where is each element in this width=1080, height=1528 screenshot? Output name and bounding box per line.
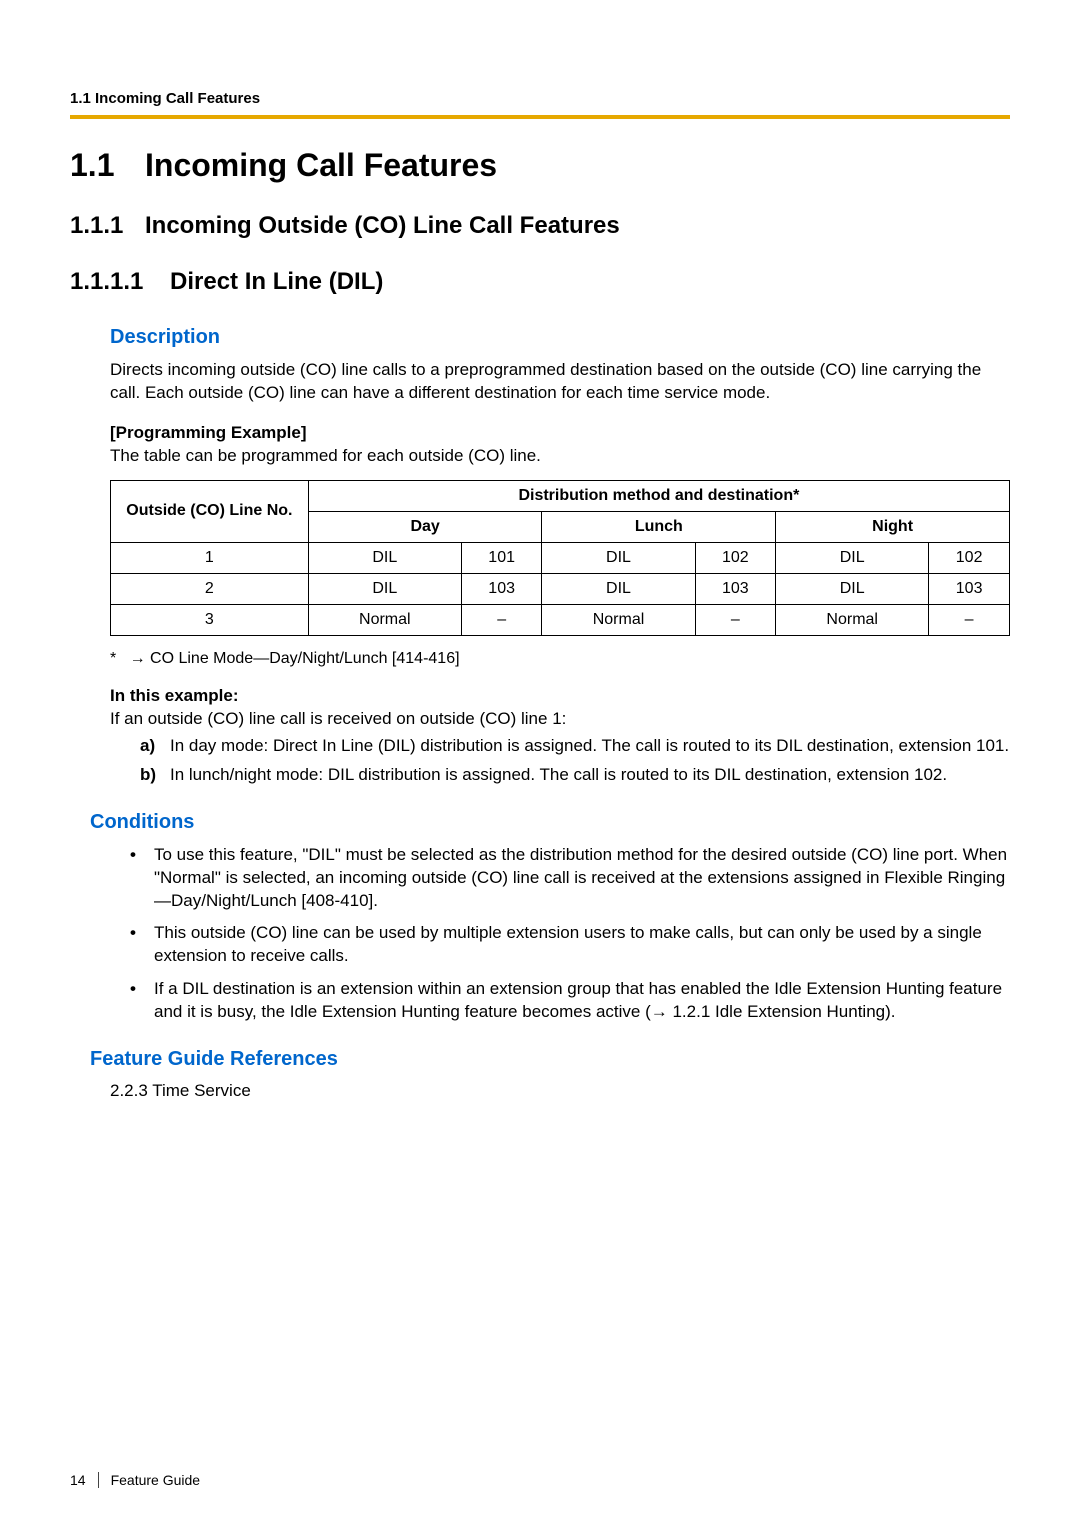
list-item: b) In lunch/night mode: DIL distribution… [140,764,1010,787]
th-night: Night [776,511,1010,542]
cell-night-dest: 103 [929,573,1010,604]
cell-lunch-method: DIL [542,573,695,604]
subsubsection-title-text: Direct In Line (DIL) [170,268,383,296]
list-text-a: In day mode: Direct In Line (DIL) distri… [170,735,1009,758]
list-item: • If a DIL destination is an extension w… [130,978,1010,1024]
page: 1.1 Incoming Call Features 1.1 Incoming … [0,0,1080,1528]
th-outside-line: Outside (CO) Line No. [111,480,309,542]
distribution-table: Outside (CO) Line No. Distribution metho… [110,480,1010,636]
condition-text-2: This outside (CO) line can be used by mu… [154,922,1010,968]
bullet-icon: • [130,844,154,913]
cell-day-method: DIL [308,573,461,604]
cell-night-dest: – [929,604,1010,635]
th-distribution: Distribution method and destination* [308,480,1009,511]
condition-text-1: To use this feature, "DIL" must be selec… [154,844,1010,913]
cell-lunch-dest: – [695,604,776,635]
cell-day-dest: 103 [461,573,542,604]
page-number: 14 [70,1472,99,1488]
footnote-star: * [110,650,116,667]
cell-night-method: Normal [776,604,929,635]
th-lunch: Lunch [542,511,776,542]
subsubsection-heading: 1.1.1.1 Direct In Line (DIL) [70,268,1010,296]
list-item: • To use this feature, "DIL" must be sel… [130,844,1010,913]
cell-day-dest: – [461,604,542,635]
list-item: • This outside (CO) line can be used by … [130,922,1010,968]
cell-line-no: 3 [111,604,309,635]
conditions-list: • To use this feature, "DIL" must be sel… [130,844,1010,1025]
references-heading: Feature Guide References [90,1048,1010,1071]
arrow-icon: → [651,1002,668,1021]
cell-line-no: 2 [111,573,309,604]
th-day: Day [308,511,542,542]
cell-day-method: Normal [308,604,461,635]
programming-example-label: [Programming Example] [110,423,1010,443]
list-marker-b: b) [140,764,170,787]
section-title-text: Incoming Call Features [145,147,497,184]
description-paragraph: Directs incoming outside (CO) line calls… [110,359,1010,405]
reference-item: 2.2.3 Time Service [110,1081,1010,1101]
description-heading: Description [110,326,1010,349]
table-row: 3 Normal – Normal – Normal – [111,604,1010,635]
cell-day-dest: 101 [461,542,542,573]
cell-night-method: DIL [776,573,929,604]
example-intro: If an outside (CO) line call is received… [110,708,1010,731]
example-list: a) In day mode: Direct In Line (DIL) dis… [140,735,1010,787]
conditions-heading: Conditions [90,811,1010,834]
table-row: 1 DIL 101 DIL 102 DIL 102 [111,542,1010,573]
list-text-b: In lunch/night mode: DIL distribution is… [170,764,947,787]
footer-label: Feature Guide [111,1472,201,1488]
cell-lunch-dest: 103 [695,573,776,604]
list-item: a) In day mode: Direct In Line (DIL) dis… [140,735,1010,758]
bullet-icon: • [130,922,154,968]
cell-night-dest: 102 [929,542,1010,573]
cell-day-method: DIL [308,542,461,573]
subsection-heading: 1.1.1 Incoming Outside (CO) Line Call Fe… [70,212,1010,240]
cell-lunch-method: Normal [542,604,695,635]
subsubsection-number: 1.1.1.1 [70,268,170,296]
distribution-table-wrap: Outside (CO) Line No. Distribution metho… [110,480,1010,636]
list-marker-a: a) [140,735,170,758]
condition-text-3: If a DIL destination is an extension wit… [154,978,1010,1024]
cell-line-no: 1 [111,542,309,573]
section-number: 1.1 [70,147,145,184]
subsection-title-text: Incoming Outside (CO) Line Call Features [145,212,620,240]
programming-example-text: The table can be programmed for each out… [110,445,1010,468]
subsection-number: 1.1.1 [70,212,145,240]
cell-night-method: DIL [776,542,929,573]
condition-3-post: 1.2.1 Idle Extension Hunting). [668,1002,896,1021]
page-footer: 14 Feature Guide [70,1472,200,1488]
table-footnote: * → CO Line Mode—Day/Night/Lunch [414-41… [110,650,1010,668]
cell-lunch-method: DIL [542,542,695,573]
header-rule [70,115,1010,119]
running-header: 1.1 Incoming Call Features [70,90,1010,115]
cell-lunch-dest: 102 [695,542,776,573]
table-row: 2 DIL 103 DIL 103 DIL 103 [111,573,1010,604]
arrow-icon: → [130,650,146,667]
example-heading: In this example: [110,686,1010,706]
footnote-text: CO Line Mode—Day/Night/Lunch [414-416] [150,650,460,667]
section-heading: 1.1 Incoming Call Features [70,147,1010,184]
bullet-icon: • [130,978,154,1024]
